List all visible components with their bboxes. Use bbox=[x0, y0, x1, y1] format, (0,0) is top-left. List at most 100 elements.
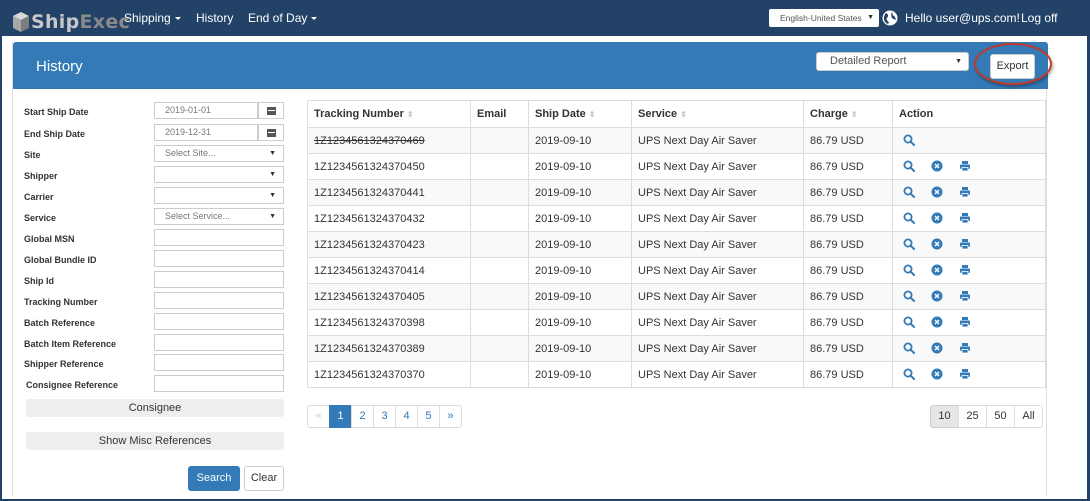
void-shipment-icon[interactable] bbox=[931, 238, 945, 252]
shipper-select[interactable]: ▼ bbox=[154, 166, 284, 183]
view-details-icon[interactable] bbox=[903, 368, 917, 382]
action-cell bbox=[892, 179, 1046, 206]
show-misc-references-button[interactable]: Show Misc References bbox=[26, 432, 284, 450]
ship-id-input[interactable] bbox=[154, 271, 284, 288]
clear-button[interactable]: Clear bbox=[244, 466, 284, 491]
view-details-icon[interactable] bbox=[903, 212, 917, 226]
view-details-icon[interactable] bbox=[903, 316, 917, 330]
logoff-link[interactable]: Log off bbox=[1021, 11, 1057, 25]
print-icon[interactable] bbox=[959, 238, 973, 252]
filter-form: Start Ship Date 2019-01-01 End Ship Date… bbox=[13, 89, 299, 496]
view-details-icon[interactable] bbox=[903, 290, 917, 304]
global-msn-input[interactable] bbox=[154, 229, 284, 246]
void-shipment-icon[interactable] bbox=[931, 186, 945, 200]
view-details-icon[interactable] bbox=[903, 342, 917, 356]
column-header-service[interactable]: Service ⬍ bbox=[631, 100, 804, 128]
start-ship-date-input[interactable]: 2019-01-01 bbox=[154, 102, 258, 119]
charge-cell: 86.79 USD bbox=[803, 309, 893, 336]
void-shipment-icon[interactable] bbox=[931, 160, 945, 174]
carrier-select[interactable]: ▼ bbox=[154, 187, 284, 204]
view-details-icon[interactable] bbox=[903, 160, 917, 174]
action-cell bbox=[892, 127, 1046, 154]
column-header-charge[interactable]: Charge ⬍ bbox=[803, 100, 893, 128]
print-icon[interactable] bbox=[959, 316, 973, 330]
consignee-reference-input[interactable] bbox=[154, 375, 284, 392]
caret-down-icon bbox=[174, 17, 181, 21]
page-size-all[interactable]: All bbox=[1014, 405, 1043, 428]
column-header-tracking-number[interactable]: Tracking Number ⬍ bbox=[307, 100, 471, 128]
pagination-page-3[interactable]: 3 bbox=[373, 405, 396, 428]
panel-header: History Detailed Report ▼ Export bbox=[13, 42, 1052, 89]
shipexec-logo[interactable]: ShipExec bbox=[12, 5, 130, 33]
nav-history-label: History bbox=[196, 11, 234, 25]
tracking-number-input[interactable] bbox=[154, 292, 284, 309]
report-type-select[interactable]: Detailed Report ▼ bbox=[816, 52, 969, 71]
view-details-icon[interactable] bbox=[903, 186, 917, 200]
pagination-page-4[interactable]: 4 bbox=[395, 405, 418, 428]
consignee-toggle-button[interactable]: Consignee bbox=[26, 399, 284, 417]
table-row: 1Z1234561324370370 2019-09-10 UPS Next Day… bbox=[307, 361, 1046, 388]
consignee-reference-label: Consignee Reference bbox=[26, 380, 119, 390]
table-row: 1Z1234561324370405 2019-09-10 UPS Next Day… bbox=[307, 283, 1046, 310]
print-icon[interactable] bbox=[959, 264, 973, 278]
void-shipment-icon[interactable] bbox=[931, 316, 945, 330]
void-shipment-icon[interactable] bbox=[931, 368, 945, 382]
batch-item-reference-input[interactable] bbox=[154, 334, 284, 351]
column-header-ship-date[interactable]: Ship Date ⬍ bbox=[528, 100, 632, 128]
main-content: History Detailed Report ▼ Export Start S… bbox=[2, 36, 1087, 499]
service-select-placeholder: Select Service... bbox=[165, 211, 231, 221]
service-select[interactable]: Select Service... ▼ bbox=[154, 208, 284, 225]
batch-reference-input[interactable] bbox=[154, 313, 284, 330]
service-cell: UPS Next Day Air Saver bbox=[631, 283, 804, 310]
service-cell: UPS Next Day Air Saver bbox=[631, 153, 804, 180]
print-icon[interactable] bbox=[959, 160, 973, 174]
view-details-icon[interactable] bbox=[903, 264, 917, 278]
action-cell bbox=[892, 361, 1046, 388]
logo-text-ship: Ship bbox=[31, 11, 80, 33]
page-size-50[interactable]: 50 bbox=[986, 405, 1015, 428]
pagination-prev[interactable]: « bbox=[307, 405, 330, 428]
void-shipment-icon[interactable] bbox=[931, 264, 945, 278]
void-shipment-icon[interactable] bbox=[931, 342, 945, 356]
end-ship-date-input[interactable]: 2019-12-31 bbox=[154, 124, 258, 141]
pagination-page-2[interactable]: 2 bbox=[351, 405, 374, 428]
end-date-calendar-button[interactable] bbox=[258, 124, 284, 141]
action-cell bbox=[892, 153, 1046, 180]
page-size-10[interactable]: 10 bbox=[930, 405, 959, 428]
print-icon[interactable] bbox=[959, 342, 973, 356]
page-size-25[interactable]: 25 bbox=[958, 405, 987, 428]
table-row: 1Z1234561324370389 2019-09-10 UPS Next Day… bbox=[307, 335, 1046, 362]
nav-shipping[interactable]: Shipping bbox=[124, 11, 181, 25]
export-button[interactable]: Export bbox=[990, 54, 1035, 79]
language-select[interactable]: English-United States ▼ bbox=[769, 9, 879, 27]
global-bundle-id-input[interactable] bbox=[154, 250, 284, 267]
sort-icon: ⬍ bbox=[406, 110, 414, 119]
select-arrow-icon: ▼ bbox=[269, 213, 276, 220]
start-date-calendar-button[interactable] bbox=[258, 102, 284, 119]
select-arrow-icon: ▼ bbox=[867, 14, 874, 21]
nav-history[interactable]: History bbox=[196, 11, 233, 25]
action-cell bbox=[892, 205, 1046, 232]
search-button[interactable]: Search bbox=[188, 466, 240, 491]
nav-end-of-day[interactable]: End of Day bbox=[248, 11, 318, 25]
shipper-reference-input[interactable] bbox=[154, 354, 284, 371]
pagination-page-1[interactable]: 1 bbox=[329, 405, 352, 428]
header-label: Service bbox=[638, 108, 678, 120]
print-icon[interactable] bbox=[959, 186, 973, 200]
view-details-icon[interactable] bbox=[903, 238, 917, 252]
print-icon[interactable] bbox=[959, 368, 973, 382]
pagination-next[interactable]: » bbox=[439, 405, 462, 428]
view-details-icon[interactable] bbox=[903, 134, 917, 148]
pagination-page-5[interactable]: 5 bbox=[417, 405, 440, 428]
action-cell bbox=[892, 231, 1046, 258]
table-row: 1Z1234561324370398 2019-09-10 UPS Next Day… bbox=[307, 309, 1046, 336]
void-shipment-icon[interactable] bbox=[931, 212, 945, 226]
charge-cell: 86.79 USD bbox=[803, 179, 893, 206]
table-row: 1Z1234561324370423 2019-09-10 UPS Next Day… bbox=[307, 231, 1046, 258]
void-shipment-icon[interactable] bbox=[931, 290, 945, 304]
print-icon[interactable] bbox=[959, 212, 973, 226]
print-icon[interactable] bbox=[959, 290, 973, 304]
logo-text-exec: Exec bbox=[79, 11, 131, 33]
start-ship-date-label: Start Ship Date bbox=[24, 107, 89, 117]
site-select[interactable]: Select Site... ▼ bbox=[154, 145, 284, 162]
